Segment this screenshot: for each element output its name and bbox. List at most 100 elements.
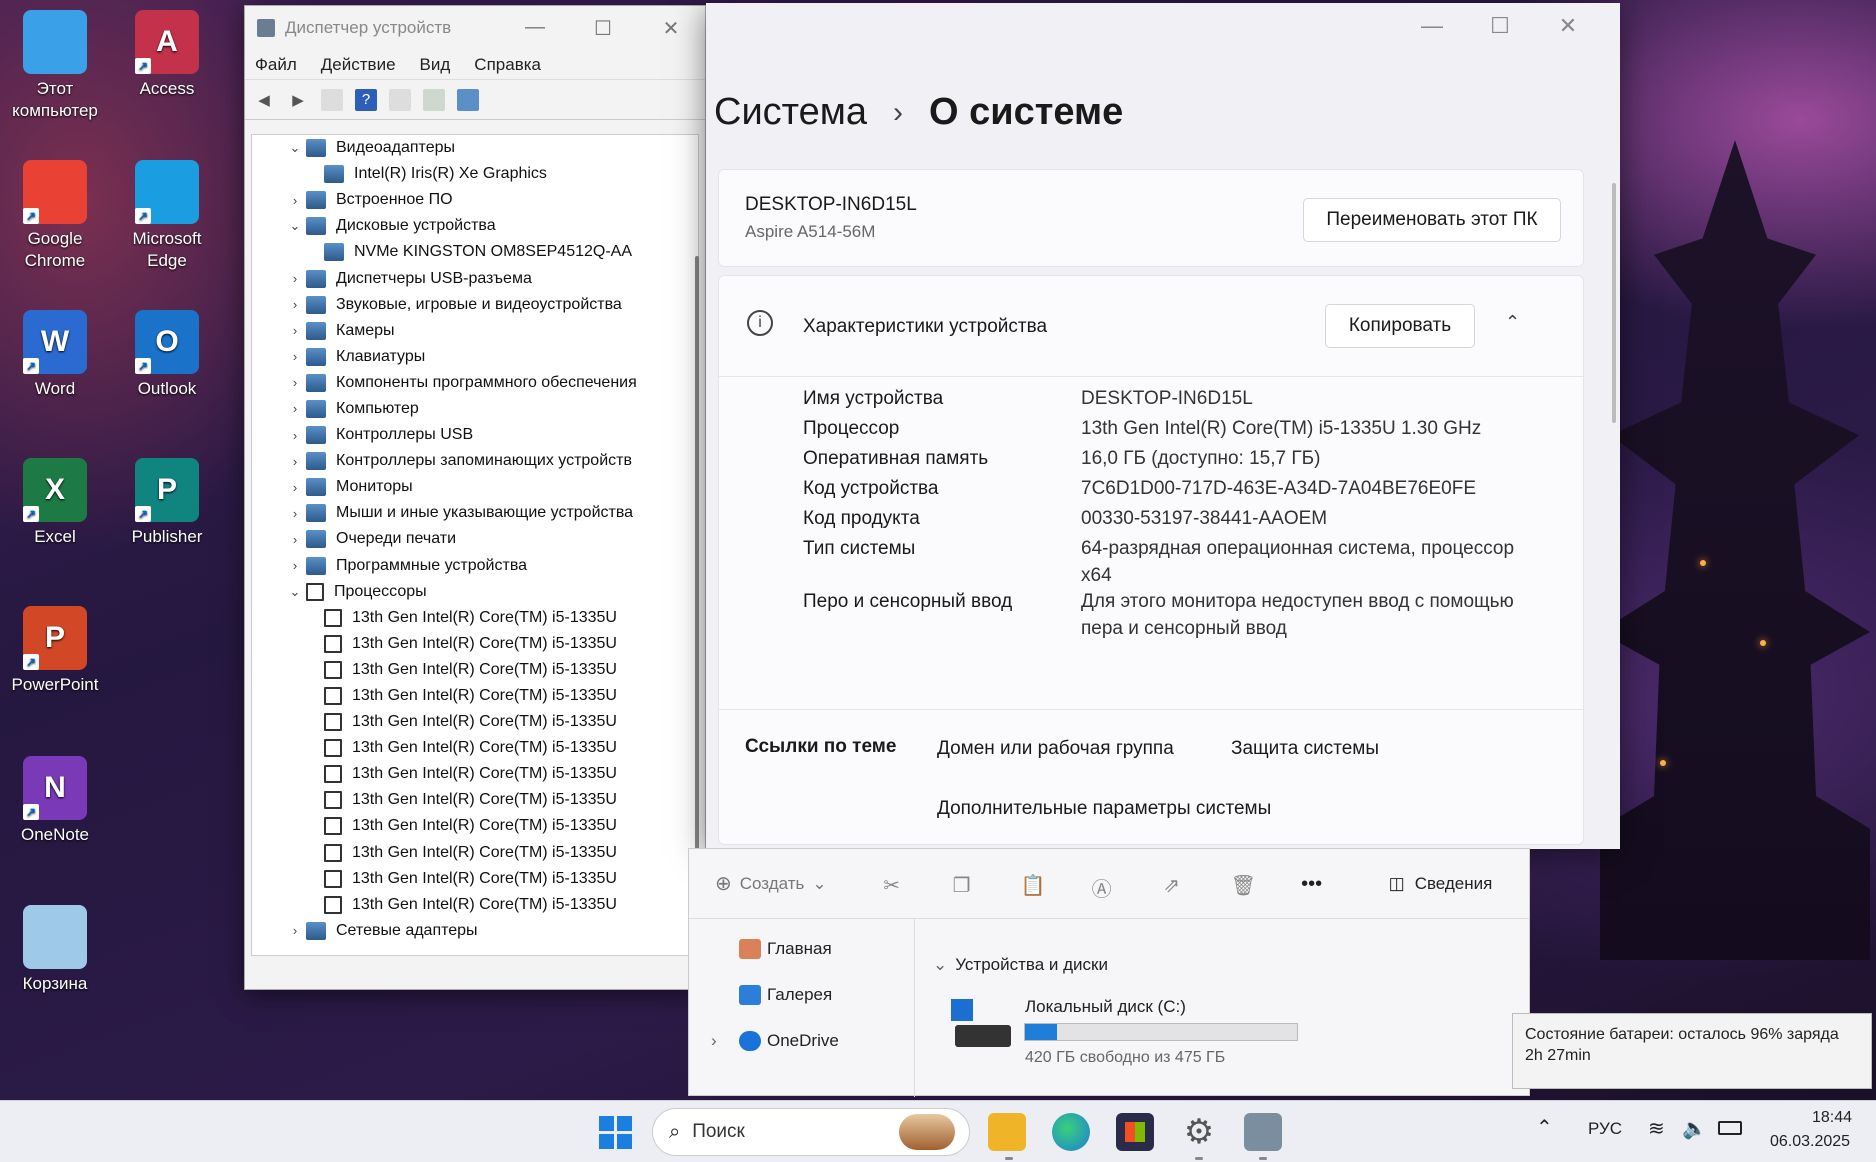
tree-item[interactable]: 13th Gen Intel(R) Core(TM) i5-1335U (252, 683, 698, 709)
tree-item[interactable]: ⌄ Видеоадаптеры (252, 135, 698, 161)
edge-taskbar-icon[interactable] (1052, 1113, 1090, 1151)
device-manager-titlebar[interactable]: Диспетчер устройств — ☐ ✕ (245, 6, 705, 50)
create-button[interactable]: Создать (740, 874, 805, 894)
properties-icon[interactable] (321, 88, 343, 111)
chevron-right-icon[interactable]: › (284, 401, 306, 416)
tree-item[interactable]: 13th Gen Intel(R) Core(TM) i5-1335U (252, 631, 698, 657)
view-icon[interactable] (389, 88, 411, 111)
file-explorer-window[interactable]: ⊕ Создать ⌄ ✂ ❐ 📋 Ⓐ ⇗ 🗑 ••• ◫ Сведения Г… (688, 848, 1530, 1097)
copy-button[interactable]: Копировать (1325, 304, 1475, 348)
breadcrumb-parent[interactable]: Система (714, 91, 867, 134)
tree-item[interactable]: › Контроллеры запоминающих устройств (252, 448, 698, 474)
clock-time[interactable]: 18:44 (1812, 1109, 1852, 1127)
more-icon[interactable]: ••• (1301, 873, 1323, 895)
spec-value[interactable]: 64-разрядная операционная система, проце… (1081, 535, 1521, 589)
spec-value[interactable]: 13th Gen Intel(R) Core(TM) i5-1335U 1.30… (1081, 415, 1521, 442)
tree-item[interactable]: › Компьютер (252, 396, 698, 422)
device-manager-taskbar-icon[interactable] (1244, 1113, 1282, 1151)
spec-value[interactable]: 16,0 ГБ (доступно: 15,7 ГБ) (1081, 445, 1521, 472)
nav-onedrive[interactable]: › OneDrive (711, 1031, 839, 1051)
tree-item[interactable]: 13th Gen Intel(R) Core(TM) i5-1335U (252, 892, 698, 918)
settings-window[interactable]: — ☐ ✕ Система › О системе DESKTOP-IN6D15… (706, 3, 1620, 849)
monitor-icon[interactable] (457, 88, 479, 111)
language-indicator[interactable]: РУС (1588, 1119, 1622, 1139)
spec-value[interactable]: 7C6D1D00-717D-463E-A34D-7A04BE76E0FE (1081, 475, 1521, 502)
close-button[interactable]: ✕ (1534, 13, 1602, 39)
desktop-icon[interactable]: Этот компьютер (0, 10, 110, 122)
paste-icon[interactable]: 📋 (1021, 873, 1046, 897)
chevron-right-icon[interactable]: › (284, 480, 306, 495)
settings-gear-icon[interactable]: ⚙ (1180, 1113, 1218, 1151)
chevron-right-icon[interactable]: › (284, 297, 306, 312)
local-disk-icon[interactable] (951, 999, 1011, 1053)
chevron-right-icon[interactable]: › (284, 375, 306, 390)
forward-icon[interactable]: ▶ (287, 89, 309, 111)
chevron-right-icon[interactable]: › (284, 558, 306, 573)
back-icon[interactable]: ◀ (253, 89, 275, 111)
minimize-button[interactable]: — (1398, 13, 1466, 39)
tree-item[interactable]: 13th Gen Intel(R) Core(TM) i5-1335U (252, 735, 698, 761)
tree-item[interactable]: 13th Gen Intel(R) Core(TM) i5-1335U (252, 813, 698, 839)
desktop-icon[interactable]: Корзина (0, 905, 110, 995)
tree-item[interactable]: 13th Gen Intel(R) Core(TM) i5-1335U (252, 709, 698, 735)
devices-section-header[interactable]: ⌄ Устройства и диски (933, 955, 1108, 975)
scan-hardware-icon[interactable] (423, 88, 445, 111)
details-button[interactable]: Сведения (1415, 874, 1493, 894)
desktop-icon[interactable]: O ↗ Outlook (112, 310, 222, 400)
rename-icon[interactable]: Ⓐ (1091, 873, 1113, 901)
chevron-up-icon[interactable]: ⌃ (1505, 312, 1520, 333)
start-button[interactable] (596, 1113, 634, 1151)
tree-item[interactable]: 13th Gen Intel(R) Core(TM) i5-1335U (252, 840, 698, 866)
tree-item[interactable]: › Звуковые, игровые и видеоустройства (252, 292, 698, 318)
spec-value[interactable]: DESKTOP-IN6D15L (1081, 385, 1521, 412)
chevron-right-icon[interactable]: › (284, 923, 306, 938)
tree-item[interactable]: › Мыши и иные указывающие устройства (252, 500, 698, 526)
tree-item[interactable]: NVMe KINGSTON OM8SEP4512Q-AA (252, 239, 698, 265)
tree-item[interactable]: 13th Gen Intel(R) Core(TM) i5-1335U (252, 657, 698, 683)
tree-item[interactable]: › Очереди печати (252, 526, 698, 552)
maximize-button[interactable]: ☐ (1466, 13, 1534, 39)
chevron-right-icon[interactable]: › (284, 428, 306, 443)
clock-date[interactable]: 06.03.2025 (1770, 1133, 1850, 1151)
delete-icon[interactable]: 🗑 (1231, 873, 1256, 897)
desktop-icon[interactable]: P ↗ Publisher (112, 458, 222, 548)
help-icon[interactable]: ? (355, 88, 377, 111)
chevron-down-icon[interactable]: ⌄ (812, 874, 826, 894)
tree-item[interactable]: › Программные устройства (252, 553, 698, 579)
spec-value[interactable]: 00330-53197-38441-AAOEM (1081, 505, 1521, 532)
chevron-right-icon[interactable]: › (284, 454, 306, 469)
desktop-icon[interactable]: ↗ Microsoft Edge (112, 160, 222, 272)
nav-home[interactable]: Главная (739, 939, 832, 959)
tree-item[interactable]: 13th Gen Intel(R) Core(TM) i5-1335U (252, 866, 698, 892)
tree-item[interactable]: › Мониторы (252, 474, 698, 500)
link-system-protection[interactable]: Защита системы (1231, 738, 1379, 760)
disk-name[interactable]: Локальный диск (C:) (1025, 997, 1186, 1017)
close-button[interactable]: ✕ (637, 16, 705, 41)
menu-help[interactable]: Справка (474, 55, 541, 75)
desktop-icon[interactable]: N ↗ OneNote (0, 756, 110, 846)
spec-value[interactable]: Для этого монитора недоступен ввод с пом… (1081, 588, 1521, 642)
tree-item[interactable]: ⌄ Дисковые устройства (252, 213, 698, 239)
share-icon[interactable]: ⇗ (1161, 873, 1183, 897)
minimize-button[interactable]: — (501, 16, 569, 41)
tree-item[interactable]: 13th Gen Intel(R) Core(TM) i5-1335U (252, 605, 698, 631)
tree-item[interactable]: › Компоненты программного обеспечения (252, 370, 698, 396)
tree-item[interactable]: › Диспетчеры USB-разъема (252, 265, 698, 291)
tree-item[interactable]: ⌄ Процессоры (252, 579, 698, 605)
chevron-right-icon[interactable]: › (284, 323, 306, 338)
menu-view[interactable]: Вид (420, 55, 451, 75)
file-explorer-taskbar-icon[interactable] (988, 1113, 1026, 1151)
plus-icon[interactable]: ⊕ (715, 871, 732, 896)
copy-icon[interactable]: ❐ (951, 873, 973, 897)
menu-file[interactable]: Файл (255, 55, 297, 75)
desktop-icon[interactable]: W ↗ Word (0, 310, 110, 400)
device-manager-window[interactable]: Диспетчер устройств — ☐ ✕ Файл Действие … (244, 5, 706, 990)
chevron-right-icon[interactable]: › (284, 349, 306, 364)
tree-item[interactable]: › Контроллеры USB (252, 422, 698, 448)
store-taskbar-icon[interactable] (1116, 1113, 1154, 1151)
volume-icon[interactable]: 🔈 (1682, 1116, 1707, 1141)
details-pane-icon[interactable]: ◫ (1389, 874, 1405, 894)
battery-icon[interactable] (1718, 1121, 1742, 1135)
chevron-down-icon[interactable]: ⌄ (284, 584, 306, 600)
desktop-icon[interactable]: A ↗ Access (112, 10, 222, 100)
